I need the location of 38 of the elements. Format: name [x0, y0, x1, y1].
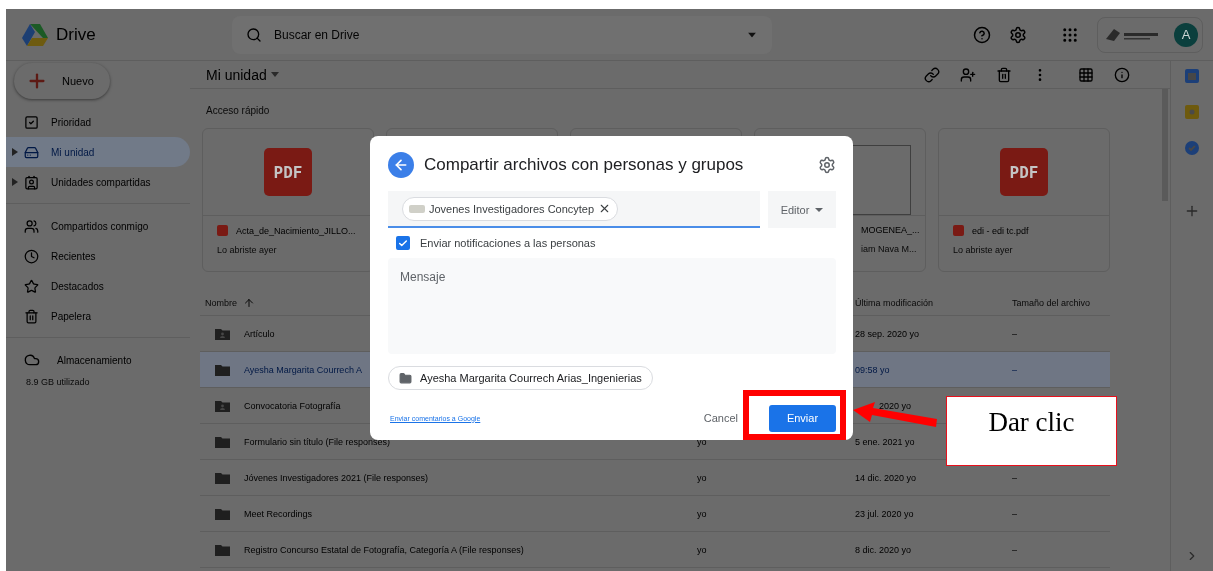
- file-subtitle: iam Nava M...: [861, 244, 917, 254]
- file-name: MOGENEA_...: [861, 225, 917, 235]
- dialog-title: Compartir archivos con personas y grupos: [424, 155, 745, 175]
- size-cell-text: –: [1011, 328, 1018, 339]
- owner-cell-text: yo: [696, 436, 708, 447]
- modified-cell-text: 28 sep. 2020 yo: [855, 328, 921, 339]
- owner-cell-text: yo: [696, 508, 708, 519]
- file-name: Registro Concurso Estatal de Fotografía, Categoría A (File responses): [244, 544, 524, 555]
- file-name: edi - edi tc.pdf: [972, 225, 1029, 236]
- size-cell-text: –: [1011, 364, 1018, 375]
- shared-item-name: Ayesha Margarita Courrech Arias_Ingenierias: [420, 372, 642, 384]
- file-subtitle: Lo abriste ayer: [953, 245, 1014, 255]
- callout-text: Dar clic: [946, 396, 1117, 466]
- owner-cell-text: yo: [696, 544, 708, 555]
- file-name: Acta_de_Nacimiento_JILLO...: [236, 225, 356, 236]
- modified-cell-text: 09:58 yo: [855, 364, 891, 375]
- checkbox-label: Enviar notificaciones a las personas: [420, 237, 596, 249]
- modified-cell-text: 14 dic. 2020 yo: [855, 472, 918, 483]
- modified-cell-text: 23 jul. 2020 yo: [855, 508, 915, 519]
- pdf-thumbnail: PDF: [264, 148, 312, 196]
- section-title: Acceso rápido: [206, 105, 271, 116]
- pdf-thumbnail: PDF: [1000, 148, 1048, 196]
- file-subtitle: Lo abriste ayer: [217, 245, 278, 255]
- app-name: Drive: [56, 24, 97, 45]
- owner-cell-text: yo: [696, 472, 708, 483]
- file-name: Formulario sin título (File responses): [244, 436, 391, 447]
- modified-cell-text: 5 ene. 2021 yo: [855, 436, 916, 447]
- file-name: Artículo: [244, 328, 275, 339]
- file-name: Jóvenes Investigadores 2021 (File responses): [244, 472, 429, 483]
- size-cell-text: –: [1011, 472, 1018, 483]
- modified-cell-text: 8 dic. 2020 yo: [855, 544, 913, 555]
- file-name: Convocatoria Fotografía: [244, 400, 341, 411]
- storage-usage: 8.9 GB utilizado: [25, 377, 91, 387]
- size-cell-text: –: [1011, 508, 1018, 519]
- file-name: Ayesha Margarita Courrech A: [244, 364, 362, 375]
- modified-cell-text: 2020 yo: [878, 400, 913, 411]
- size-cell-text: –: [1011, 544, 1018, 555]
- file-name: Meet Recordings: [244, 508, 313, 519]
